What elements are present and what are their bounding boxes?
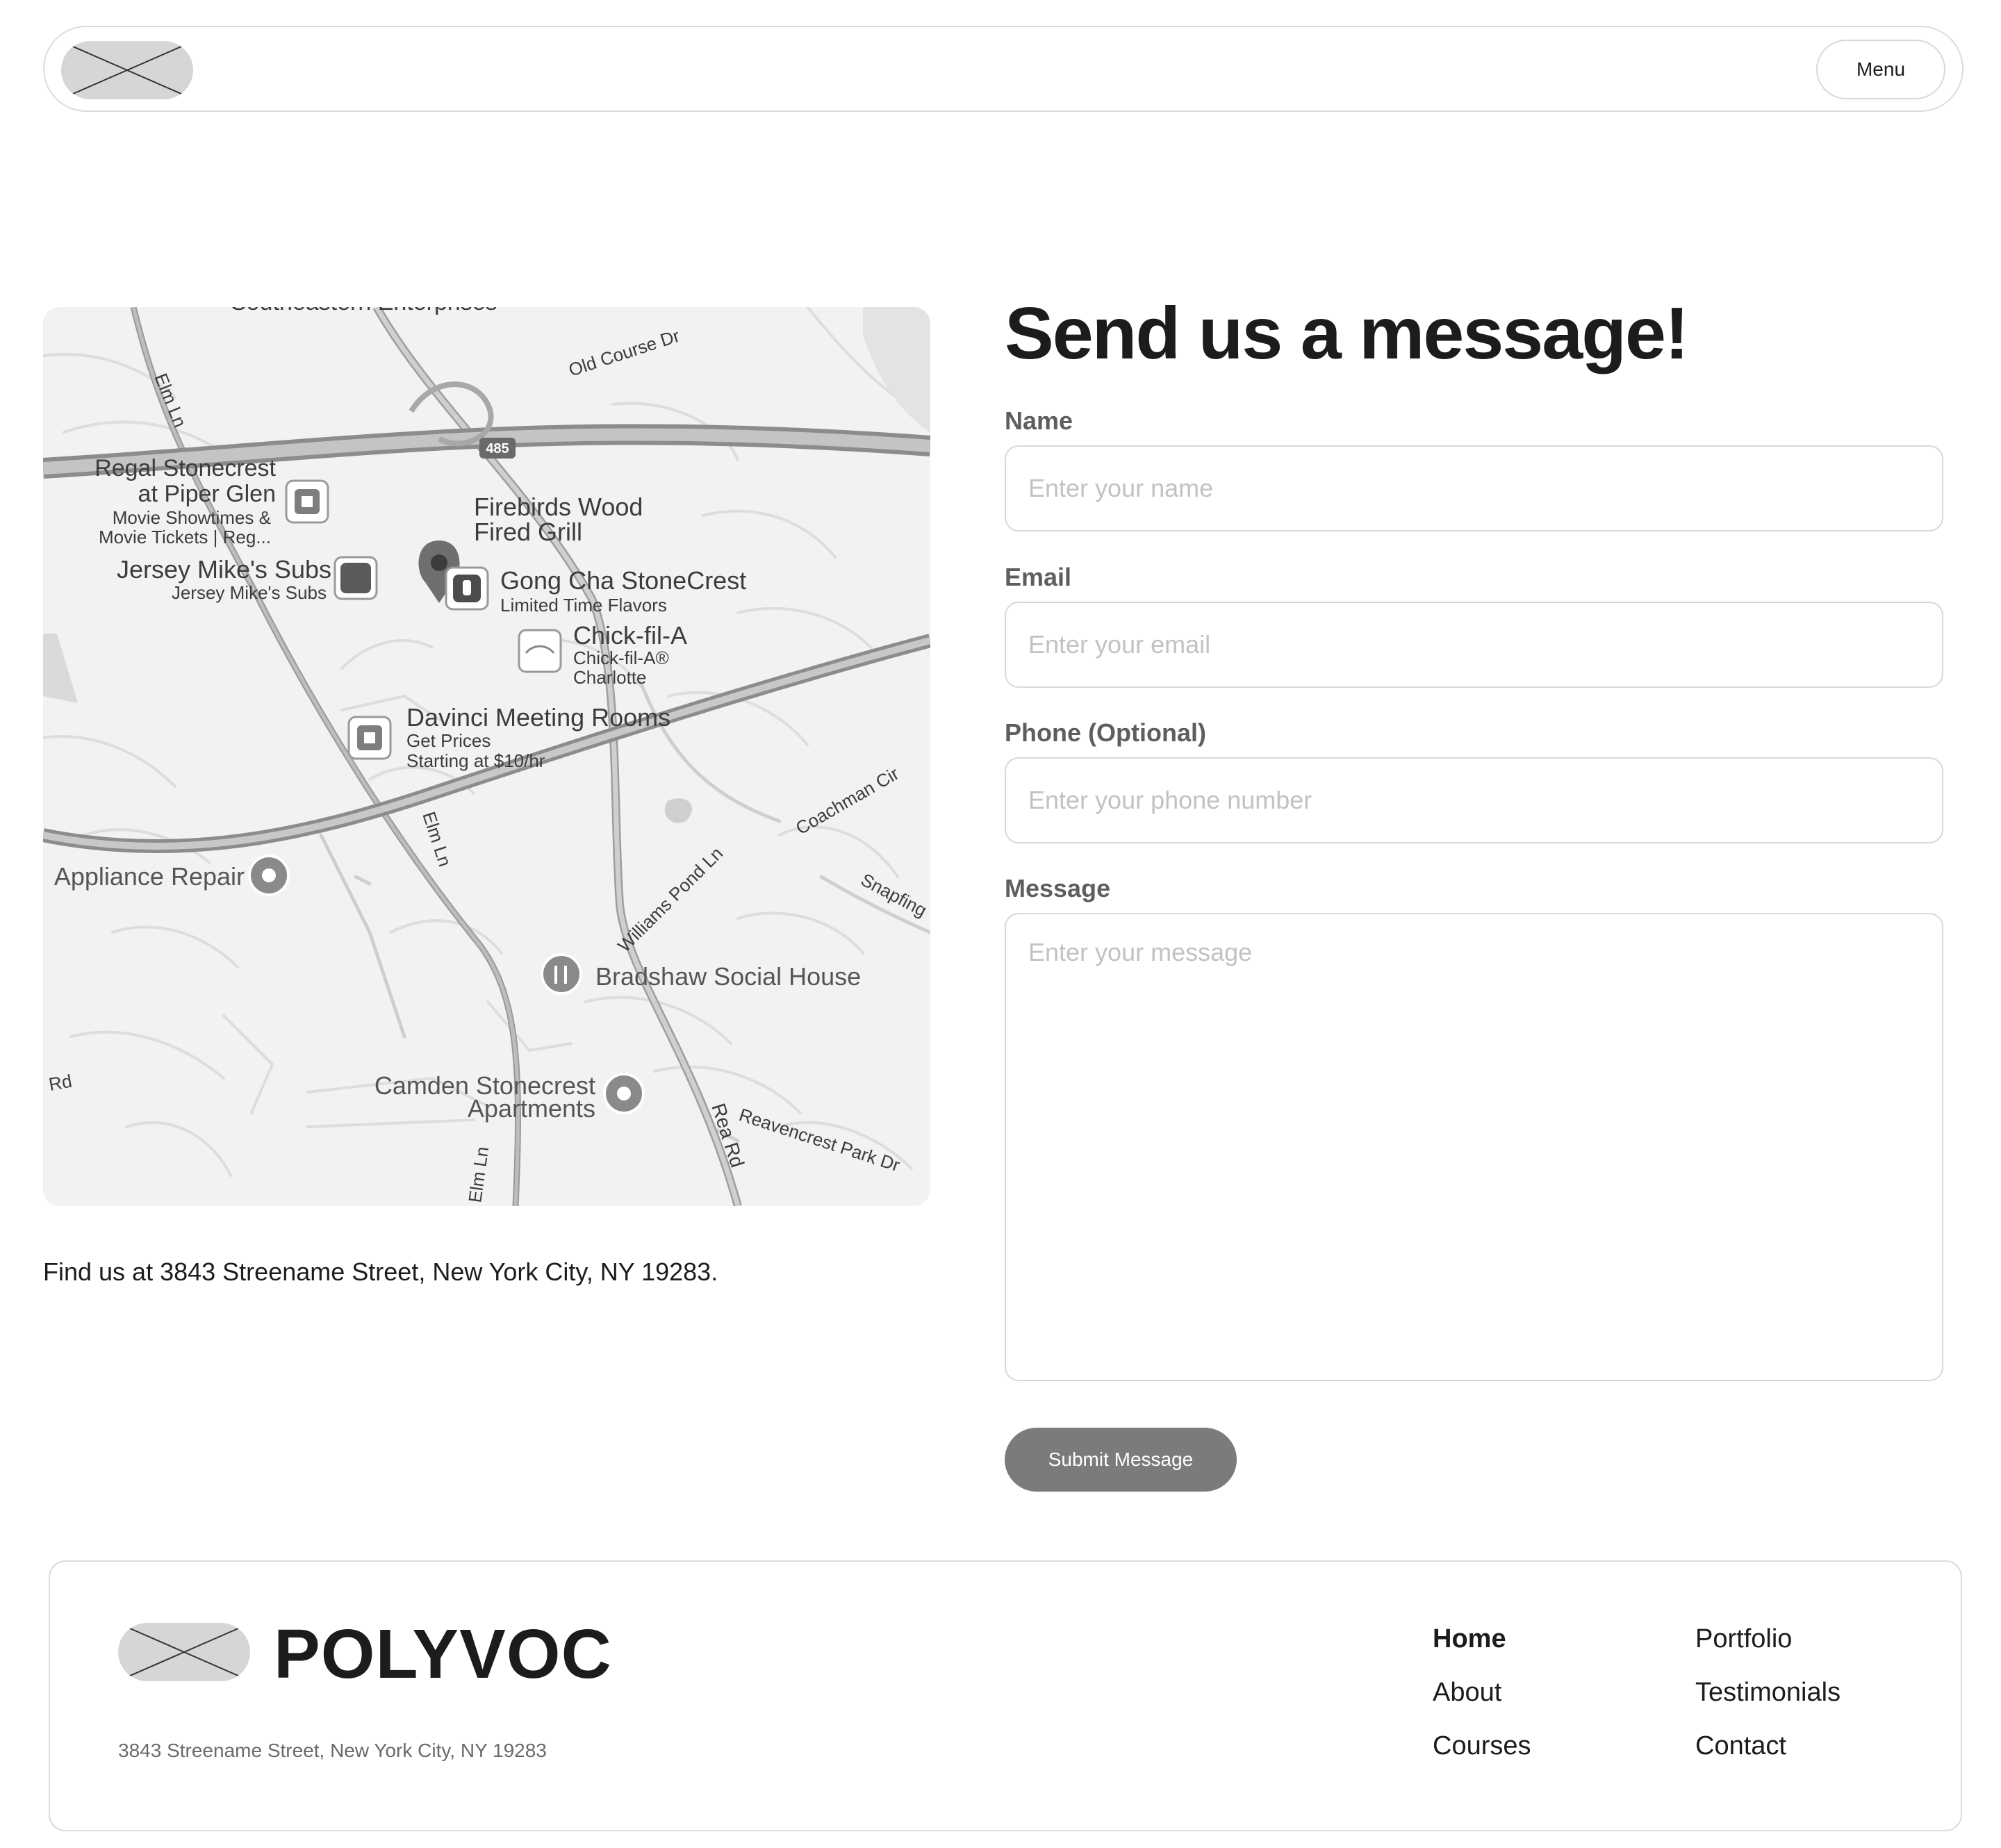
name-label: Name [1005, 406, 1073, 435]
chick-fil-a-logo-icon[interactable] [518, 629, 562, 673]
logo-placeholder[interactable] [61, 41, 193, 99]
logo-placeholder-icon [66, 43, 188, 97]
location-pin-icon[interactable] [248, 855, 290, 896]
map-label: Gong Cha StoneCrest [500, 566, 746, 595]
footer-link-testimonials[interactable]: Testimonials [1695, 1678, 1841, 1708]
map-label: Limited Time Flavors [500, 595, 667, 616]
map-label: Jersey Mike's Subs [117, 555, 331, 584]
form-title: Send us a message! [1005, 292, 1689, 374]
map-label: Appliance Repair [54, 862, 245, 891]
phone-input[interactable] [1005, 757, 1943, 843]
gong-cha-logo-icon[interactable] [445, 566, 489, 611]
movie-theater-icon[interactable] [285, 479, 329, 524]
footer-logo-placeholder[interactable] [118, 1623, 250, 1681]
menu-button[interactable]: Menu [1816, 40, 1945, 99]
message-textarea[interactable] [1005, 913, 1943, 1381]
location-map[interactable]: 485 Southeastern Enterprises Old Course … [43, 307, 930, 1206]
map-label: Bradshaw Social House [595, 962, 861, 991]
email-input[interactable] [1005, 602, 1943, 688]
map-canvas: 485 Southeastern Enterprises Old Course … [43, 307, 930, 1206]
map-label: Chick-fil-A® [573, 647, 669, 668]
footer: POLYVOC 3843 Streename Street, New York … [49, 1560, 1962, 1831]
footer-link-home[interactable]: Home [1433, 1624, 1506, 1654]
message-label: Message [1005, 874, 1111, 902]
map-label: Apartments [468, 1094, 595, 1123]
map-label: Chick-fil-A [573, 621, 687, 650]
map-label: Regal Stonecrest [94, 455, 276, 481]
restaurant-pin-icon[interactable] [541, 953, 582, 995]
footer-link-about[interactable]: About [1433, 1678, 1501, 1708]
footer-address: 3843 Streename Street, New York City, NY… [118, 1740, 547, 1761]
location-pin-icon[interactable] [603, 1073, 645, 1114]
email-label: Email [1005, 563, 1072, 591]
map-label: Firebirds Wood [474, 493, 643, 521]
name-input[interactable] [1005, 445, 1943, 531]
footer-link-contact[interactable]: Contact [1695, 1731, 1786, 1761]
map-label: Davinci Meeting Rooms [406, 703, 670, 732]
map-label: Movie Showtimes & [113, 507, 271, 528]
map-label: Jersey Mike's Subs [172, 582, 327, 603]
map-label: Fired Grill [474, 518, 582, 546]
top-navbar: Menu [43, 26, 1963, 112]
map-label: Charlotte [573, 667, 647, 688]
location-address-text: Find us at 3843 Streename Street, New Yo… [43, 1257, 718, 1286]
map-label: Southeastern Enterprises [231, 307, 497, 315]
phone-label: Phone (Optional) [1005, 718, 1206, 747]
highway-number: 485 [486, 441, 509, 456]
brand-name: POLYVOC [274, 1615, 612, 1693]
logo-placeholder-icon [123, 1625, 245, 1679]
map-label: Movie Tickets | Reg... [99, 527, 271, 547]
map-label: Get Prices [406, 730, 491, 751]
footer-link-courses[interactable]: Courses [1433, 1731, 1531, 1761]
map-label: Rd [47, 1071, 74, 1095]
footer-link-portfolio[interactable]: Portfolio [1695, 1624, 1792, 1654]
map-label: at Piper Glen [138, 481, 276, 507]
map-label: Starting at $10/hr [406, 750, 545, 771]
jersey-mikes-logo-icon[interactable] [334, 556, 378, 600]
submit-button[interactable]: Submit Message [1005, 1428, 1237, 1492]
meeting-room-icon[interactable] [347, 716, 392, 760]
